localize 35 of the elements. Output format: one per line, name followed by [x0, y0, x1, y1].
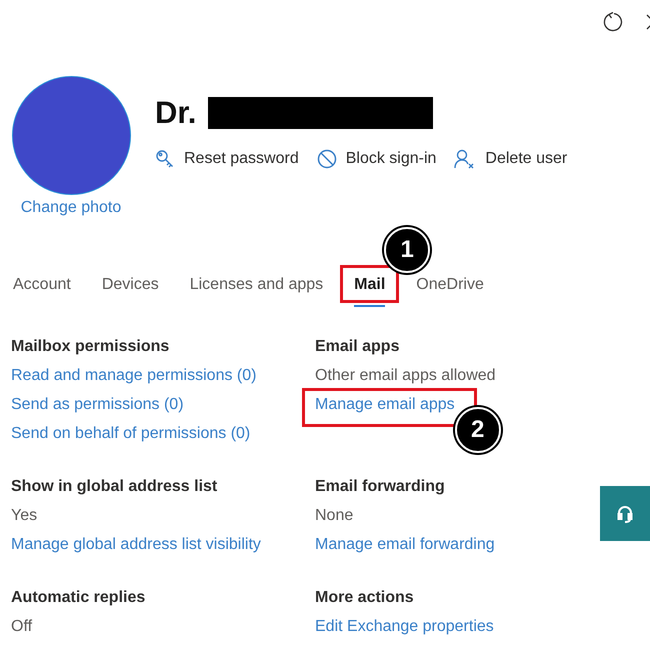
user-name: Dr.: [155, 95, 196, 131]
action-button[interactable]: Delete user: [454, 147, 568, 171]
key-icon: [155, 149, 175, 169]
section-value: Yes: [11, 506, 38, 526]
section-link[interactable]: Edit Exchange properties: [315, 612, 494, 641]
tab[interactable]: OneDrive: [416, 273, 484, 307]
help-button[interactable]: [600, 486, 650, 541]
section-heading: Show in global address list: [11, 477, 218, 497]
section-heading: Email apps: [315, 337, 400, 357]
tab[interactable]: Account: [13, 273, 71, 307]
section-heading: More actions: [315, 588, 414, 608]
section-heading: Email forwarding: [315, 477, 445, 497]
action-button[interactable]: Reset password: [155, 147, 299, 171]
section-value: Other email apps allowed: [315, 366, 496, 386]
section-heading: Mailbox permissions: [11, 337, 170, 357]
section-link[interactable]: Read and manage permissions (0): [11, 361, 256, 390]
section-link[interactable]: Manage global address list visibility: [11, 530, 261, 559]
section-value: Off: [11, 617, 32, 637]
action-button[interactable]: Block sign-in: [316, 147, 436, 171]
section-link[interactable]: Manage email apps: [315, 390, 455, 419]
section-link[interactable]: Send on behalf of permissions (0): [11, 419, 250, 448]
section-value: None: [315, 506, 354, 526]
tab[interactable]: Licenses and apps: [190, 273, 324, 307]
refresh-icon[interactable]: [602, 11, 624, 33]
section-heading: Automatic replies: [11, 588, 146, 608]
block-icon: [316, 149, 337, 169]
tab[interactable]: Devices: [102, 273, 159, 307]
step-number: 1: [384, 227, 430, 273]
section-link[interactable]: Manage email forwarding: [315, 530, 495, 559]
person-remove-icon: [454, 149, 476, 169]
tab[interactable]: Mail: [354, 273, 386, 307]
headset-icon: [617, 504, 633, 522]
change-photo-link[interactable]: Change photo: [20, 197, 122, 219]
step-number: 2: [454, 407, 501, 453]
section-link[interactable]: Send as permissions (0): [11, 390, 184, 419]
